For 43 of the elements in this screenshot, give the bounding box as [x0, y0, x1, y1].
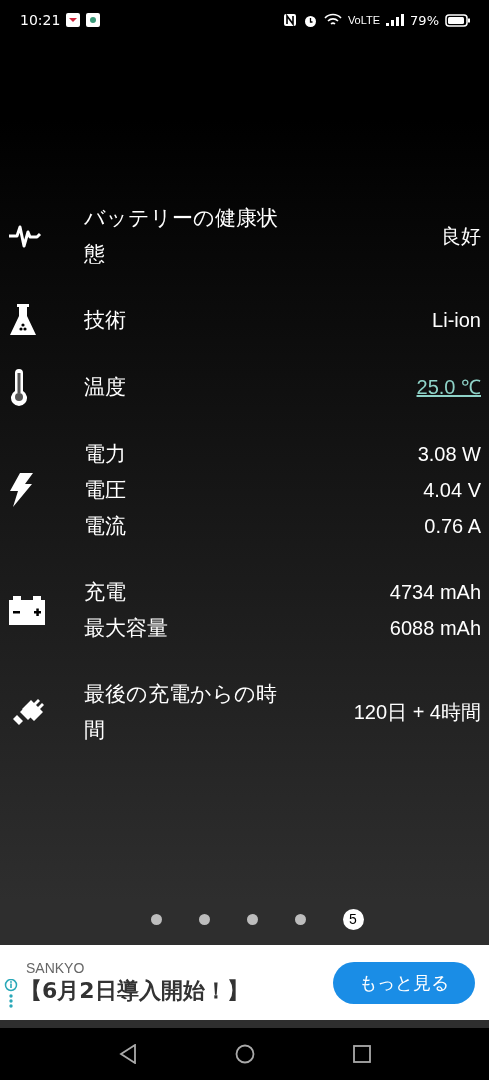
network-label: VoLTE — [347, 14, 381, 26]
flask-icon — [8, 302, 38, 338]
app-notification-icon — [86, 13, 101, 27]
page-indicator[interactable] — [150, 913, 162, 925]
stat-value: 0.76 A — [424, 514, 481, 539]
recents-icon[interactable] — [352, 1045, 371, 1063]
back-icon[interactable] — [118, 1044, 137, 1064]
mail-notification-icon — [66, 13, 81, 27]
stat-label: バッテリーの健康状態 — [84, 205, 279, 268]
stat-value: 3.08 W — [417, 442, 481, 467]
stat-label: 温度 — [84, 374, 127, 401]
ad-more-button[interactable]: もっと見る — [333, 961, 475, 1004]
stat-value: 良好 — [441, 224, 481, 249]
ad-advertiser: SANKYO — [26, 959, 86, 976]
clock-time: 10:21 — [20, 12, 61, 28]
page-indicator[interactable] — [198, 913, 210, 925]
stat-value: 120日 + 4時間 — [353, 700, 481, 725]
stat-label: 電力 — [84, 441, 127, 468]
page-indicator[interactable] — [246, 913, 258, 925]
stat-label: 最大容量 — [84, 615, 169, 642]
stat-label: 最後の充電からの時間 — [84, 681, 278, 744]
home-icon[interactable] — [234, 1044, 255, 1064]
stat-label: 電圧 — [84, 477, 127, 504]
pulse-icon — [8, 223, 44, 249]
stat-value: Li-ion — [432, 308, 481, 333]
nfc-icon — [282, 13, 297, 27]
stat-value-link[interactable]: 25.0 ℃ — [416, 369, 481, 405]
stat-value: 4.04 V — [423, 478, 481, 503]
wifi-icon — [323, 13, 342, 27]
battery-percentage: 79% — [410, 12, 439, 28]
stat-value: 6088 mAh — [389, 616, 481, 641]
thermometer-icon — [8, 368, 30, 406]
battery-icon — [8, 594, 46, 626]
stat-value: 4734 mAh — [389, 580, 481, 605]
signal-icon — [386, 14, 405, 26]
page-indicator[interactable] — [294, 913, 306, 925]
ad-headline: 【6月2日導入開始！】 — [20, 976, 250, 1005]
lightning-icon — [8, 472, 34, 508]
stat-label: 技術 — [84, 307, 127, 334]
stat-label: 電流 — [84, 513, 127, 540]
stat-label: 充電 — [84, 579, 127, 606]
page-indicator[interactable]: 5 — [342, 908, 364, 930]
battery-level-icon — [445, 13, 471, 27]
